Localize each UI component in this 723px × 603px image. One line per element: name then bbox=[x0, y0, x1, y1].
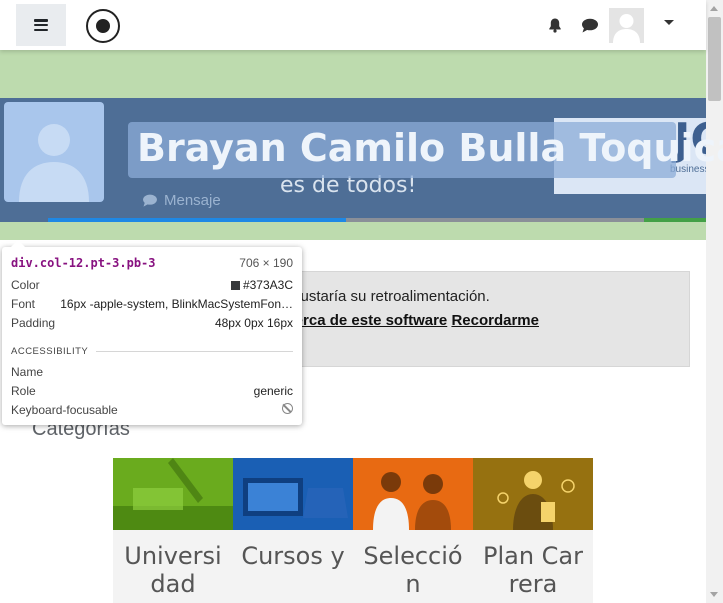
padding-label: Padding bbox=[11, 316, 56, 330]
accessibility-section-header: ACCESSIBILITY bbox=[11, 346, 293, 357]
top-navbar bbox=[0, 0, 706, 50]
category-image bbox=[353, 458, 473, 530]
category-image bbox=[113, 458, 233, 530]
user-avatar[interactable] bbox=[609, 8, 644, 43]
element-dimensions: 706 × 190 bbox=[239, 256, 293, 270]
keyboard-focusable-label: Keyboard-focusable bbox=[11, 403, 118, 417]
padding-value: 48px 0px 16px bbox=[214, 316, 293, 330]
profile-picture bbox=[4, 102, 104, 202]
a11y-role-value: generic bbox=[253, 384, 293, 398]
not-focusable-icon bbox=[282, 403, 293, 414]
category-label: Cursos y bbox=[241, 542, 345, 570]
bell-icon[interactable] bbox=[547, 17, 563, 33]
hamburger-icon bbox=[34, 19, 48, 31]
a11y-name-label: Name bbox=[11, 365, 44, 379]
remind-me-link[interactable]: Recordarme bbox=[451, 312, 539, 329]
chat-icon[interactable] bbox=[581, 18, 599, 33]
accessibility-title: ACCESSIBILITY bbox=[11, 346, 89, 357]
color-value: #373A3C bbox=[230, 278, 293, 292]
category-card[interactable]: Plan Carrera bbox=[473, 458, 593, 603]
element-selector: div.col-12.pt-3.pb-3 bbox=[11, 256, 156, 270]
page-scrollbar[interactable] bbox=[706, 0, 723, 603]
category-label: Plan Carrera bbox=[482, 542, 584, 598]
category-image bbox=[473, 458, 593, 530]
message-icon bbox=[143, 194, 157, 207]
devtools-inspect-tooltip: div.col-12.pt-3.pb-3 706 × 190 Color #37… bbox=[2, 240, 302, 425]
color-swatch bbox=[230, 281, 240, 290]
color-label: Color bbox=[11, 278, 40, 292]
category-label: Universidad bbox=[124, 542, 222, 598]
scroll-up-arrow-icon[interactable] bbox=[710, 6, 718, 11]
message-label: Mensaje bbox=[164, 192, 221, 209]
message-button[interactable]: Mensaje bbox=[142, 192, 221, 209]
font-value: 16px -apple-system, BlinkMacSystemFon… bbox=[60, 297, 293, 311]
profile-name: Brayan Camilo Bulla Toquica bbox=[137, 126, 723, 170]
category-card[interactable]: Cursos y bbox=[233, 458, 353, 603]
category-image bbox=[233, 458, 353, 530]
scroll-thumb[interactable] bbox=[708, 17, 721, 101]
font-label: Font bbox=[11, 297, 36, 311]
caret-down-icon[interactable] bbox=[664, 20, 674, 25]
category-card[interactable]: Selección bbox=[353, 458, 473, 603]
category-card[interactable]: Universidad bbox=[113, 458, 233, 603]
color-value-text: #373A3C bbox=[242, 278, 293, 292]
menu-toggle-button[interactable] bbox=[16, 4, 66, 46]
site-logo[interactable] bbox=[86, 9, 120, 43]
category-label: Selección bbox=[363, 542, 463, 598]
a11y-role-label: Role bbox=[11, 384, 36, 398]
scroll-down-arrow-icon[interactable] bbox=[710, 592, 718, 597]
